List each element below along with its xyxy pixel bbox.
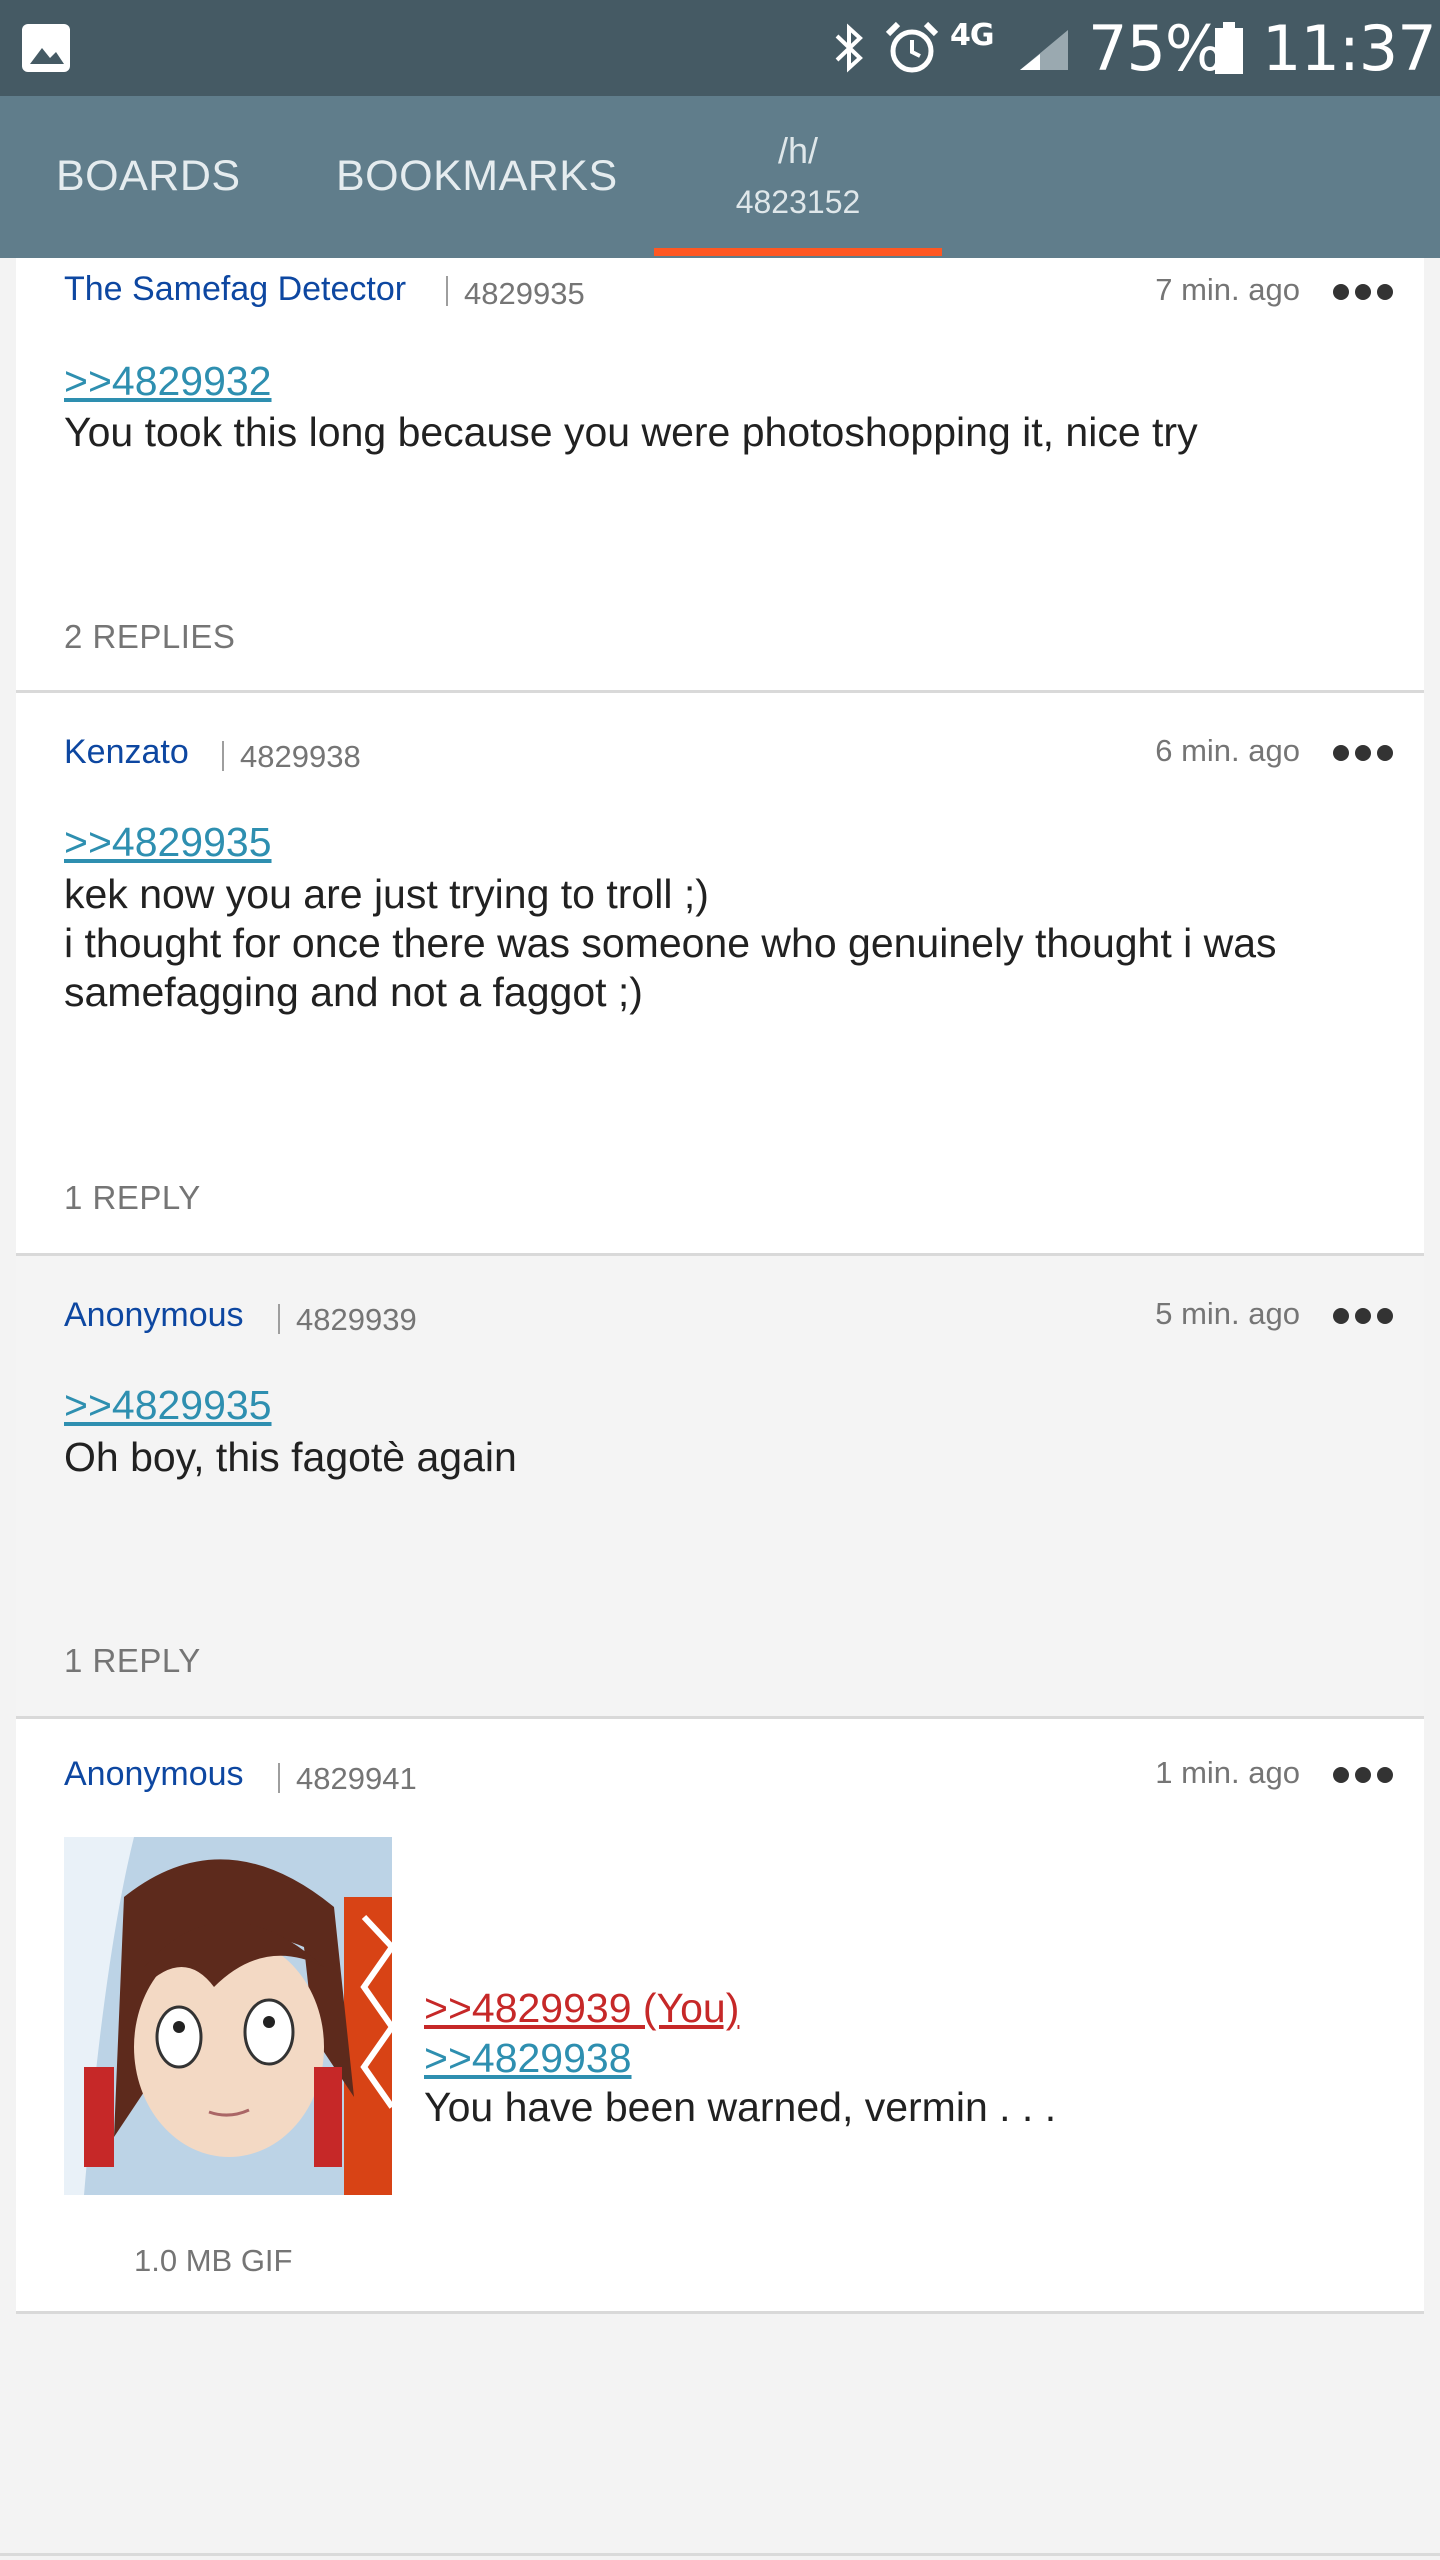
post-id-separator bbox=[446, 276, 448, 306]
replies-button[interactable]: 2 REPLIES bbox=[64, 618, 235, 656]
more-options-icon[interactable] bbox=[1332, 282, 1394, 302]
tab-thread[interactable]: /h/ 4823152 bbox=[654, 130, 942, 221]
post-number[interactable]: 4829941 bbox=[296, 1761, 417, 1797]
post-timestamp: 7 min. ago bbox=[1155, 272, 1300, 307]
post-text-line: You took this long because you were phot… bbox=[64, 409, 1198, 455]
bluetooth-icon bbox=[835, 23, 863, 73]
network-type-label: 4G bbox=[950, 18, 994, 53]
post-card: The Samefag Detector 4829935 7 min. ago … bbox=[16, 258, 1424, 693]
post-text-line: You have been warned, vermin . . . bbox=[424, 2084, 1057, 2130]
more-options-icon[interactable] bbox=[1332, 1306, 1394, 1326]
tab-bookmarks[interactable]: BOOKMARKS bbox=[336, 152, 618, 201]
clock: 11:37 bbox=[1262, 12, 1437, 85]
post-text-line: Oh boy, this fagotè again bbox=[64, 1434, 517, 1480]
post-author[interactable]: Kenzato bbox=[64, 733, 189, 772]
post-image-thumbnail[interactable] bbox=[64, 1837, 392, 2195]
quote-link[interactable]: >>4829935 bbox=[64, 819, 272, 866]
post-text: You took this long because you were phot… bbox=[64, 408, 1384, 457]
post-text: You have been warned, vermin . . . bbox=[424, 2083, 1384, 2132]
post-number[interactable]: 4829939 bbox=[296, 1302, 417, 1338]
post-id-separator bbox=[222, 741, 224, 771]
signal-strength-icon bbox=[1020, 30, 1068, 70]
post-author[interactable]: Anonymous bbox=[64, 1296, 244, 1335]
alarm-icon bbox=[885, 21, 939, 73]
replies-button[interactable]: 1 REPLY bbox=[64, 1642, 201, 1680]
post-timestamp: 6 min. ago bbox=[1155, 733, 1300, 768]
battery-percentage: 75% bbox=[1088, 12, 1224, 85]
post-number[interactable]: 4829938 bbox=[240, 739, 361, 775]
quote-link[interactable]: >>4829935 bbox=[64, 1382, 272, 1429]
post-card: Anonymous 4829939 5 min. ago >>4829935 O… bbox=[16, 1256, 1424, 1719]
more-options-icon[interactable] bbox=[1332, 1765, 1394, 1785]
quote-link[interactable]: >>4829938 bbox=[424, 2035, 632, 2082]
tab-thread-number: 4823152 bbox=[735, 184, 861, 220]
more-options-icon[interactable] bbox=[1332, 743, 1394, 763]
post-author[interactable]: Anonymous bbox=[64, 1755, 244, 1794]
tab-thread-board: /h/ bbox=[777, 130, 819, 171]
list-end-divider bbox=[0, 2553, 1440, 2556]
tab-bar: BOARDS BOOKMARKS /h/ 4823152 bbox=[0, 96, 1440, 258]
post-timestamp: 5 min. ago bbox=[1155, 1296, 1300, 1331]
post-id-separator bbox=[278, 1304, 280, 1334]
post-number[interactable]: 4829935 bbox=[464, 276, 585, 312]
active-tab-indicator bbox=[654, 248, 942, 256]
post-id-separator bbox=[278, 1763, 280, 1793]
file-info: 1.0 MB GIF bbox=[134, 2243, 293, 2278]
post-text: kek now you are just trying to troll ;) … bbox=[64, 870, 1384, 1017]
quote-link[interactable]: >>4829932 bbox=[64, 358, 272, 405]
post-text-line: i thought for once there was someone who… bbox=[64, 920, 1277, 966]
post-card: Kenzato 4829938 6 min. ago >>4829935 kek… bbox=[16, 693, 1424, 1256]
tab-boards[interactable]: BOARDS bbox=[56, 152, 241, 201]
status-bar: 4G 75% 11:37 bbox=[0, 0, 1440, 96]
gallery-notification-icon bbox=[22, 24, 70, 72]
post-timestamp: 1 min. ago bbox=[1155, 1755, 1300, 1790]
replies-button[interactable]: 1 REPLY bbox=[64, 1179, 201, 1217]
quote-link-you[interactable]: >>4829939 (You) bbox=[424, 1985, 739, 2032]
post-text-line: kek now you are just trying to troll ;) bbox=[64, 871, 709, 917]
post-text: Oh boy, this fagotè again bbox=[64, 1433, 1384, 1482]
post-text-line: samefagging and not a faggot ;) bbox=[64, 969, 643, 1015]
post-card: Anonymous 4829941 1 min. ago >>4829939 (… bbox=[16, 1719, 1424, 2314]
battery-icon bbox=[1215, 22, 1243, 74]
post-author[interactable]: The Samefag Detector bbox=[64, 270, 406, 309]
